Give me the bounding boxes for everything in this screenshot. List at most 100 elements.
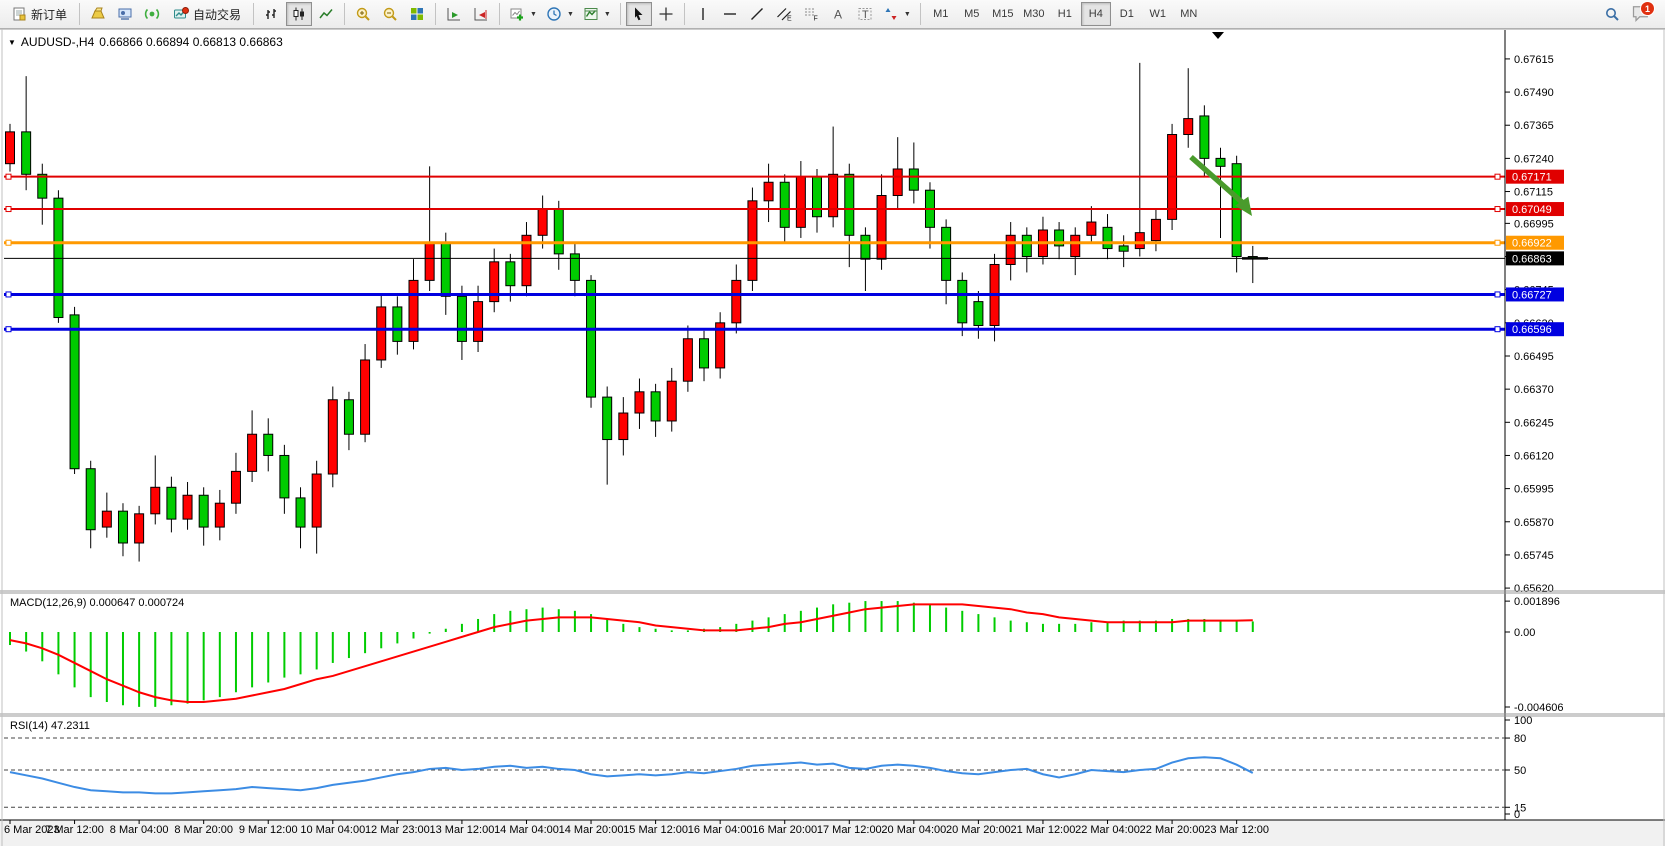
new-order-button[interactable]: 新订单 (4, 2, 74, 26)
cursor-icon (631, 6, 647, 22)
crosshair-tool-button[interactable] (653, 2, 679, 26)
cursor-tool-button[interactable] (626, 2, 652, 26)
chart-shift-button[interactable] (468, 2, 494, 26)
chart-window: 0.676150.674900.673650.672400.671150.669… (0, 29, 1665, 846)
zoom-in-button[interactable] (350, 2, 376, 26)
clock-icon (546, 6, 562, 22)
svg-text:21 Mar 12:00: 21 Mar 12:00 (1011, 824, 1076, 836)
svg-text:20 Mar 20:00: 20 Mar 20:00 (946, 824, 1011, 836)
timeframe-m1-button[interactable]: M1 (926, 2, 956, 26)
toolbar-separator (253, 3, 254, 25)
chart-canvas[interactable]: 0.676150.674900.673650.672400.671150.669… (0, 29, 1665, 846)
svg-text:16 Mar 04:00: 16 Mar 04:00 (688, 824, 753, 836)
trendline-tool-button[interactable] (744, 2, 770, 26)
tile-windows-button[interactable] (404, 2, 430, 26)
toolbar-right-tools: 1 (1599, 2, 1661, 26)
templates-icon (583, 6, 599, 22)
crosshair-icon (658, 6, 674, 22)
periods-button[interactable]: ▼ (542, 2, 578, 26)
svg-text:0.67049: 0.67049 (1512, 204, 1552, 216)
candlestick-mode-button[interactable] (286, 2, 312, 26)
vertical-line-tool-button[interactable] (690, 2, 716, 26)
svg-text:22 Mar 04:00: 22 Mar 04:00 (1075, 824, 1140, 836)
svg-text:A: A (834, 8, 842, 22)
templates-button[interactable]: ▼ (579, 2, 615, 26)
svg-text:0.67490: 0.67490 (1514, 87, 1554, 99)
timeframe-m15-button[interactable]: M15 (988, 2, 1018, 26)
svg-text:12 Mar 23:00: 12 Mar 23:00 (365, 824, 430, 836)
svg-text:23 Mar 12:00: 23 Mar 12:00 (1204, 824, 1269, 836)
svg-text:0.66727: 0.66727 (1512, 289, 1552, 301)
svg-text:0.66495: 0.66495 (1514, 351, 1554, 363)
svg-text:0: 0 (1514, 809, 1520, 821)
svg-text:15 Mar 12:00: 15 Mar 12:00 (623, 824, 688, 836)
zoom-out-button[interactable] (377, 2, 403, 26)
timeframe-w1-button[interactable]: W1 (1143, 2, 1173, 26)
toolbar-separator (79, 3, 80, 25)
toolbar-separator (344, 3, 345, 25)
arrows-tool-button[interactable]: ▼ (879, 2, 915, 26)
timeframe-mn-button[interactable]: MN (1174, 2, 1204, 26)
toolbar-separator (684, 3, 685, 25)
svg-text:10 Mar 04:00: 10 Mar 04:00 (300, 824, 365, 836)
timeframe-h1-button[interactable]: H1 (1050, 2, 1080, 26)
equidistant-channel-tool-button[interactable]: E (771, 2, 797, 26)
navigator-button[interactable] (112, 2, 138, 26)
autotrading-icon (173, 6, 189, 22)
fibonacci-tool-button[interactable]: F (798, 2, 824, 26)
notification-badge: 1 (1640, 1, 1655, 16)
search-icon (1604, 6, 1620, 22)
svg-text:14 Mar 04:00: 14 Mar 04:00 (494, 824, 559, 836)
auto-scroll-button[interactable] (441, 2, 467, 26)
zoom-out-icon (382, 6, 398, 22)
autotrading-button[interactable]: 自动交易 (166, 2, 248, 26)
line-chart-icon (318, 6, 334, 22)
timeframe-m30-button[interactable]: M30 (1019, 2, 1049, 26)
svg-text:0.66370: 0.66370 (1514, 384, 1554, 396)
new-order-icon (11, 6, 27, 22)
toolbar: 新订单 自动交易 ▼ ▼ (0, 0, 1665, 29)
chevron-down-icon: ▼ (530, 11, 537, 18)
svg-text:80: 80 (1514, 733, 1526, 745)
svg-text:17 Mar 12:00: 17 Mar 12:00 (817, 824, 882, 836)
svg-text:0.65995: 0.65995 (1514, 484, 1554, 496)
svg-text:8 Mar 20:00: 8 Mar 20:00 (174, 824, 233, 836)
bar-chart-mode-button[interactable] (259, 2, 285, 26)
svg-text:0.67115: 0.67115 (1514, 187, 1553, 199)
vertical-line-icon (695, 6, 711, 22)
text-label-tool-button[interactable]: T (852, 2, 878, 26)
svg-text:0.65745: 0.65745 (1514, 550, 1554, 562)
svg-text:100: 100 (1514, 715, 1532, 727)
market-watch-button[interactable] (85, 2, 111, 26)
new-order-label: 新订单 (31, 6, 67, 23)
signals-button[interactable] (139, 2, 165, 26)
signals-icon (144, 6, 160, 22)
svg-text:E: E (787, 16, 792, 23)
tile-windows-icon (409, 6, 425, 22)
svg-text:0.66863: 0.66863 (1512, 253, 1552, 265)
indicators-button[interactable]: ▼ (505, 2, 541, 26)
timeframe-d1-button[interactable]: D1 (1112, 2, 1142, 26)
chevron-down-icon: ▼ (604, 11, 611, 18)
autotrading-label: 自动交易 (193, 6, 241, 23)
collapse-icon[interactable]: ▼ (8, 38, 16, 47)
timeframe-h4-button[interactable]: H4 (1081, 2, 1111, 26)
text-tool-button[interactable]: A (825, 2, 851, 26)
search-button[interactable] (1599, 2, 1625, 26)
zoom-in-icon (355, 6, 371, 22)
svg-text:7 Mar 12:00: 7 Mar 12:00 (45, 824, 104, 836)
chart-title: ▼ AUDUSD-,H4 0.66866 0.66894 0.66813 0.6… (8, 35, 283, 49)
svg-text:0.67615: 0.67615 (1514, 54, 1554, 66)
line-chart-mode-button[interactable] (313, 2, 339, 26)
horizontal-line-tool-button[interactable] (717, 2, 743, 26)
timeframe-m5-button[interactable]: M5 (957, 2, 987, 26)
toolbar-separator (920, 3, 921, 25)
equidistant-channel-icon: E (776, 6, 792, 22)
bars-chart-icon (264, 6, 280, 22)
toolbar-separator (435, 3, 436, 25)
toolbar-separator (499, 3, 500, 25)
notifications-button[interactable]: 1 (1631, 3, 1653, 25)
svg-text:16 Mar 20:00: 16 Mar 20:00 (752, 824, 817, 836)
time-axis: 6 Mar 20237 Mar 12:008 Mar 04:008 Mar 20… (0, 820, 1665, 846)
svg-text:8 Mar 04:00: 8 Mar 04:00 (110, 824, 169, 836)
